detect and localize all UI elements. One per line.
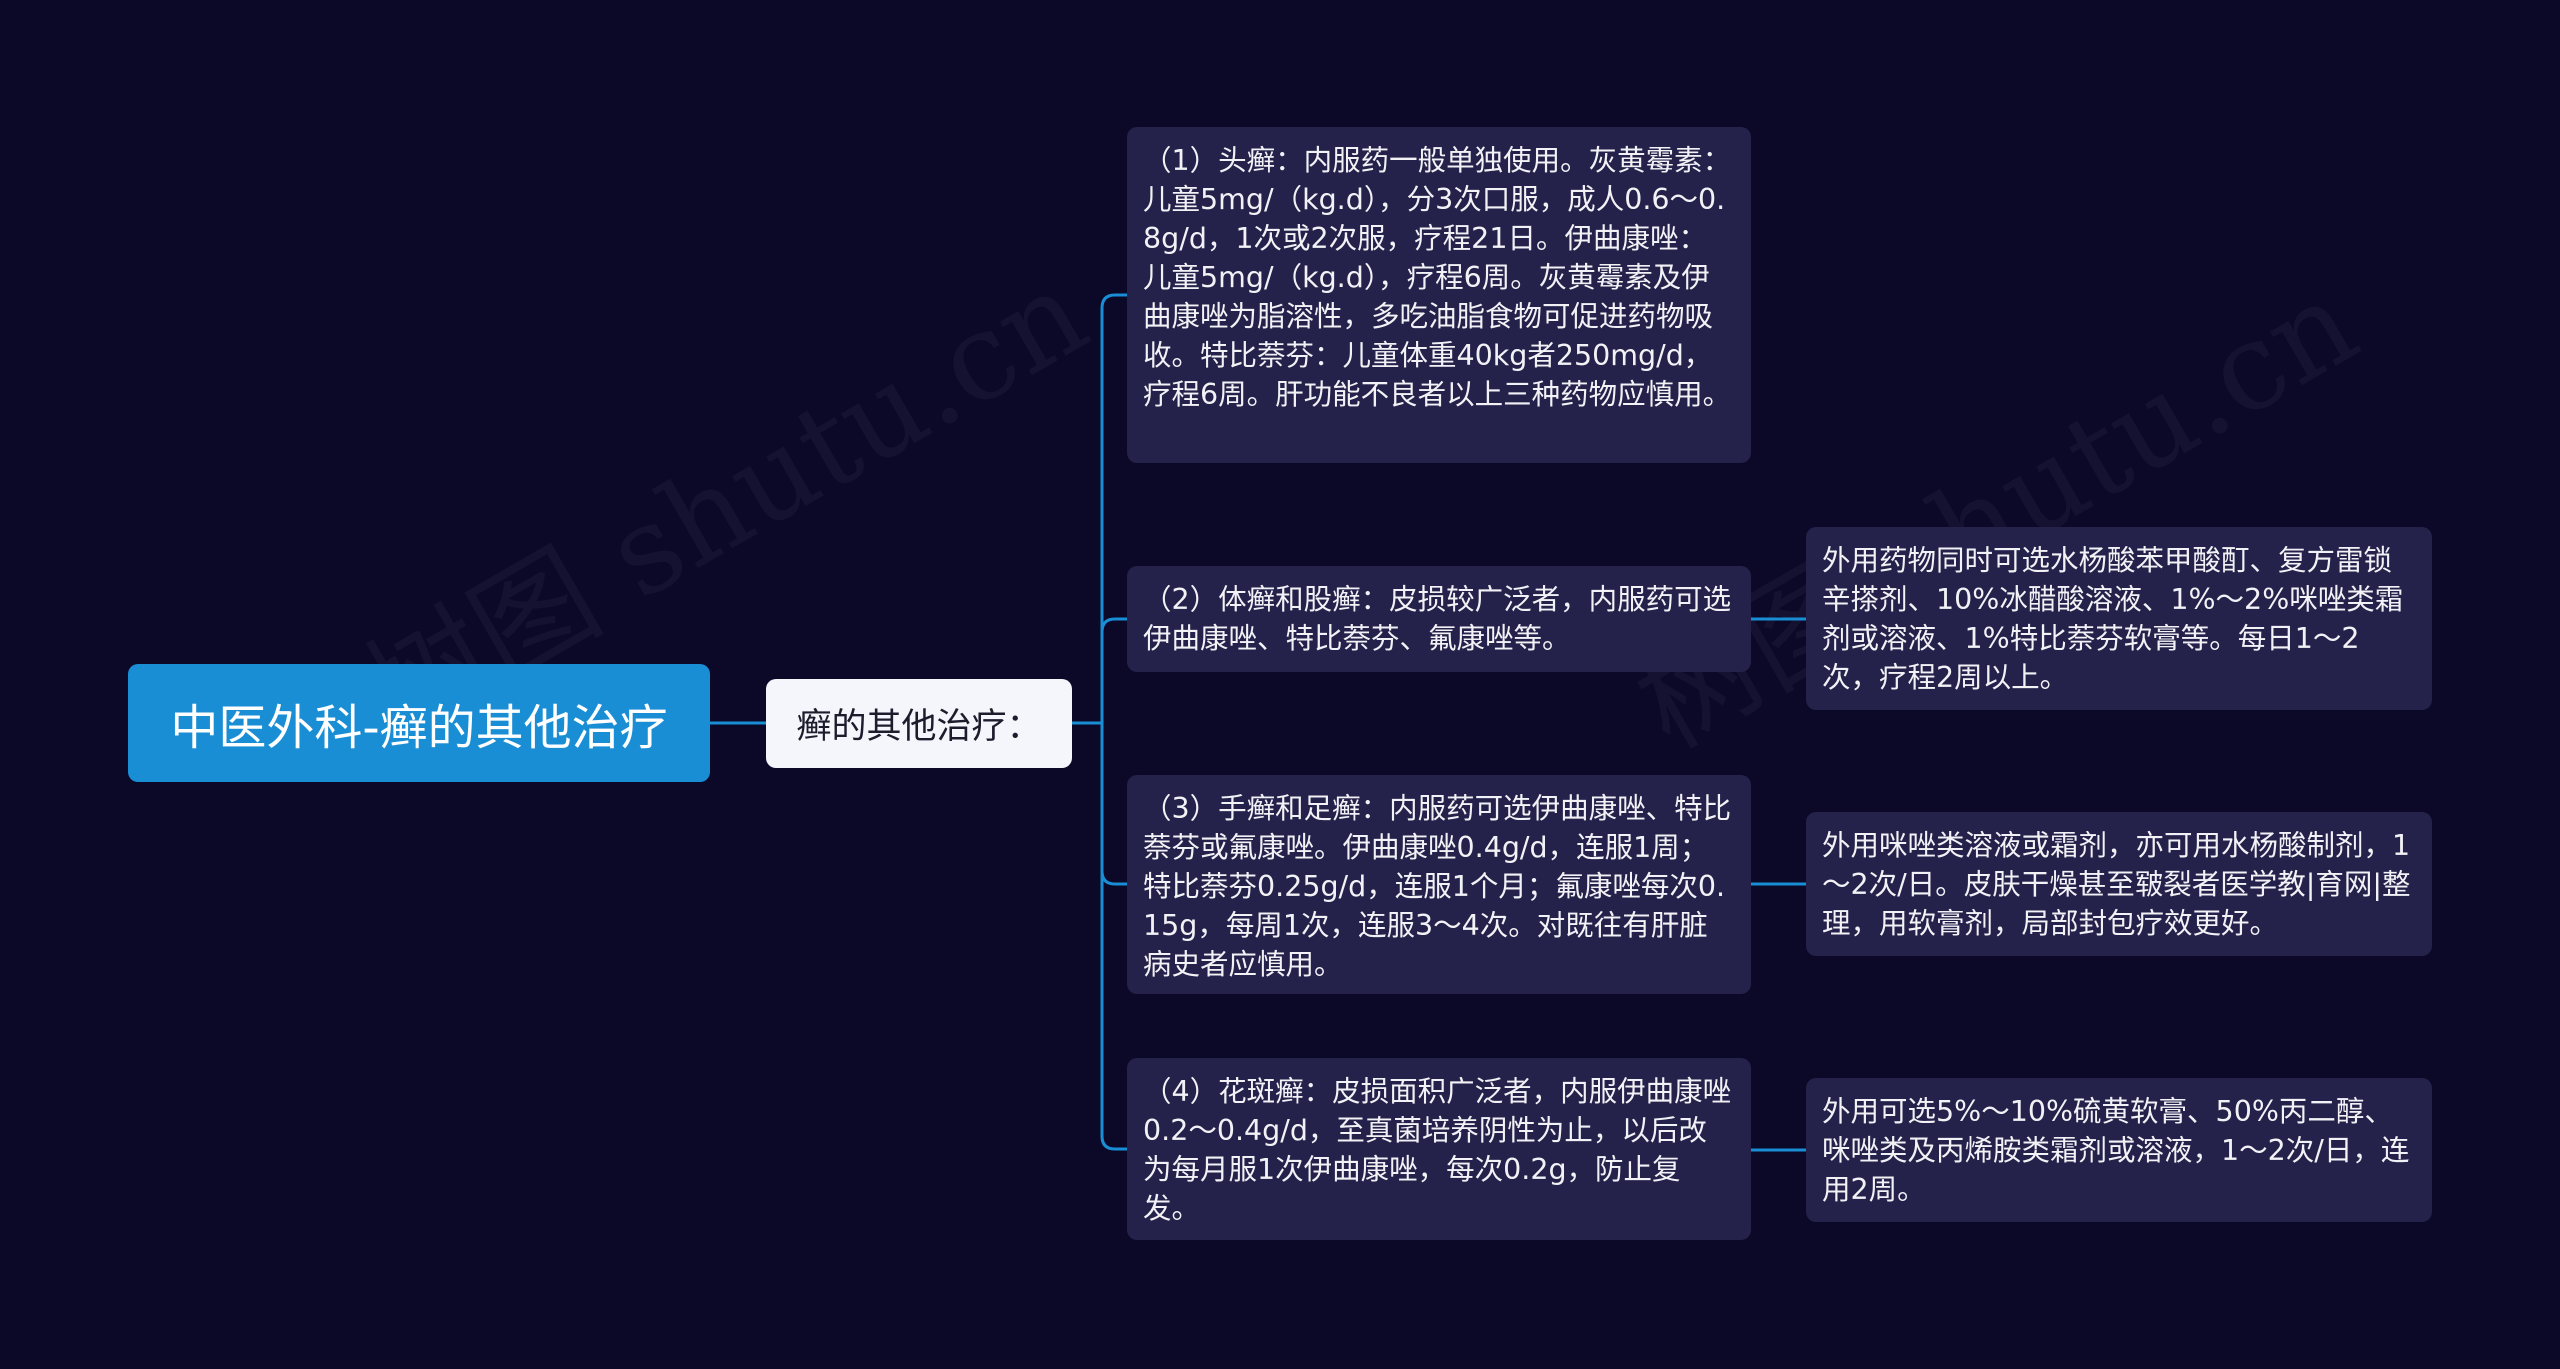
branch-node-tinea-capitis[interactable]: （1）头癣：内服药一般单独使用。灰黄霉素：儿童5mg/（kg.d），分3次口服，… — [1127, 127, 1751, 463]
root-node[interactable]: 中医外科-癣的其他治疗 — [128, 664, 710, 782]
root-label: 中医外科-癣的其他治疗 — [170, 700, 668, 756]
connector-branch-3 — [1100, 870, 1127, 886]
leaf-text: 外用可选5%～10%硫黄软膏、50%丙二醇、咪唑类及丙烯胺类霜剂或溶液，1～2次… — [1822, 1095, 2410, 1206]
leaf-text: 外用咪唑类溶液或霜剂，亦可用水杨酸制剂，1～2次/日。皮肤干燥甚至皲裂者医学教|… — [1822, 829, 2411, 940]
leaf-node-topical-manuum[interactable]: 外用咪唑类溶液或霜剂，亦可用水杨酸制剂，1～2次/日。皮肤干燥甚至皲裂者医学教|… — [1806, 812, 2432, 956]
leaf-text: 外用药物同时可选水杨酸苯甲酸酊、复方雷锁辛搽剂、10%冰醋酸溶液、1%～2%咪唑… — [1822, 544, 2404, 694]
connector-trunk — [1100, 293, 1127, 1151]
branch-text: （3）手癣和足癣：内服药可选伊曲康唑、特比萘芬或氟康唑。伊曲康唑0.4g/d，连… — [1143, 792, 1732, 981]
branch-node-tinea-manuum-pedis[interactable]: （3）手癣和足癣：内服药可选伊曲康唑、特比萘芬或氟康唑。伊曲康唑0.4g/d，连… — [1127, 775, 1751, 994]
branch-text: （1）头癣：内服药一般单独使用。灰黄霉素：儿童5mg/（kg.d），分3次口服，… — [1143, 144, 1732, 411]
branch-text: （2）体癣和股癣：皮损较广泛者，内服药可选伊曲康唑、特比萘芬、氟康唑等。 — [1143, 583, 1732, 655]
branch-node-tinea-versicolor[interactable]: （4）花斑癣：皮损面积广泛者，内服伊曲康唑0.2～0.4g/d，至真菌培养阴性为… — [1127, 1058, 1751, 1240]
branch-node-tinea-corporis-cruris[interactable]: （2）体癣和股癣：皮损较广泛者，内服药可选伊曲康唑、特比萘芬、氟康唑等。 — [1127, 566, 1751, 672]
leaf-node-topical-versicolor[interactable]: 外用可选5%～10%硫黄软膏、50%丙二醇、咪唑类及丙烯胺类霜剂或溶液，1～2次… — [1806, 1078, 2432, 1222]
connector-branch-2 — [1100, 617, 1127, 633]
leaf-node-topical-corporis[interactable]: 外用药物同时可选水杨酸苯甲酸酊、复方雷锁辛搽剂、10%冰醋酸溶液、1%～2%咪唑… — [1806, 527, 2432, 710]
subtopic-node[interactable]: 癣的其他治疗： — [766, 679, 1072, 768]
subtopic-label: 癣的其他治疗： — [796, 707, 1042, 747]
branch-text: （4）花斑癣：皮损面积广泛者，内服伊曲康唑0.2～0.4g/d，至真菌培养阴性为… — [1143, 1075, 1732, 1225]
